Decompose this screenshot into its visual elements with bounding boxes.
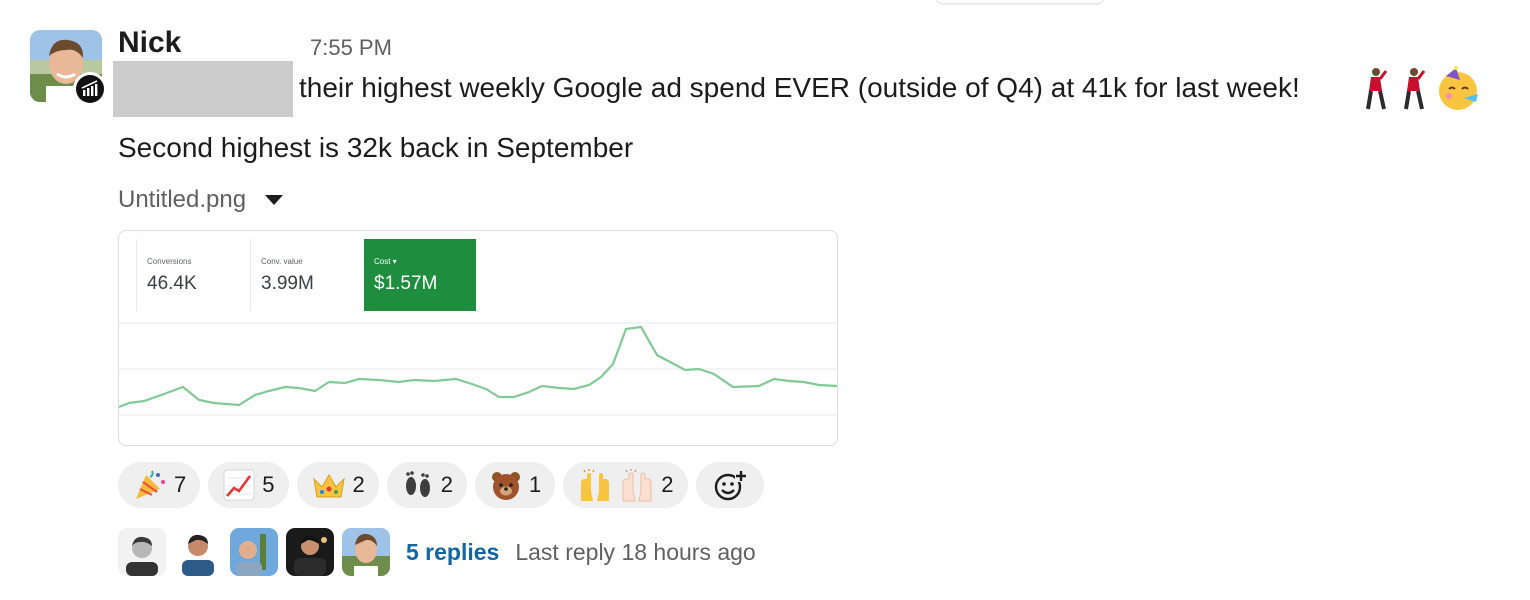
add-reaction-button[interactable] — [695, 462, 764, 508]
message-text-line-1: their highest weekly Google ad spend EVE… — [299, 72, 1300, 103]
cost-series-line — [119, 325, 837, 409]
reply-avatar — [286, 528, 334, 576]
caret-down-icon[interactable] — [264, 186, 284, 214]
thread-summary[interactable]: 5 replies Last reply 18 hours ago — [118, 528, 756, 576]
reaction-count: 7 — [174, 472, 187, 497]
metric-cost: Cost ▾ $1.57M — [364, 239, 476, 311]
metric-conversions: Conversions 46.4K — [137, 239, 249, 311]
raised-hands-light-icon — [622, 469, 652, 502]
metric-value: 3.99M — [261, 273, 314, 294]
reactions-bar: 7 5 2 2 1 2 — [118, 462, 764, 508]
redacted-text-block — [113, 61, 293, 117]
reaction-raised-hands[interactable]: 2 — [563, 462, 688, 508]
reaction-footprints[interactable]: 2 — [386, 462, 467, 508]
add-reaction-icon — [714, 470, 747, 501]
scroll-indicator-pill[interactable] — [935, 0, 1105, 4]
footprints-icon — [405, 471, 430, 497]
bear-icon — [492, 472, 520, 500]
reaction-party-popper[interactable]: 7 — [118, 462, 201, 508]
metric-conv-value: Conv. value 3.99M — [251, 239, 363, 311]
metric-value: $1.57M — [374, 273, 438, 294]
bar-chart-badge-icon — [76, 75, 104, 103]
replies-link[interactable]: 5 replies — [406, 539, 499, 566]
metric-label: Conv. value — [261, 257, 303, 266]
metric-label: Cost ▾ — [374, 257, 397, 266]
party-popper-icon — [136, 470, 165, 499]
attachment-header[interactable]: Untitled.png — [118, 186, 284, 214]
reply-avatar — [118, 528, 166, 576]
sender-name[interactable]: Nick — [118, 26, 181, 60]
reply-avatar — [230, 528, 278, 576]
raised-hands-icon — [581, 469, 610, 501]
reaction-count: 5 — [262, 472, 275, 497]
reaction-count: 1 — [529, 472, 542, 497]
reaction-count: 2 — [440, 472, 453, 497]
message-text-line-2: Second highest is 32k back in September — [118, 132, 634, 163]
inline-emoji-group — [1360, 64, 1482, 114]
last-reply-text: Last reply 18 hours ago — [515, 538, 756, 565]
crown-icon — [312, 474, 345, 498]
metric-label: Conversions — [147, 257, 192, 266]
reaction-crown[interactable]: 2 — [296, 462, 379, 508]
partying-face-icon — [1439, 66, 1478, 110]
reaction-count: 2 — [352, 472, 365, 497]
reply-avatar — [174, 528, 222, 576]
reaction-count: 2 — [661, 472, 674, 497]
reaction-chart-increasing[interactable]: 5 — [208, 462, 289, 508]
message-timestamp[interactable]: 7:55 PM — [310, 35, 392, 61]
attachment-image[interactable]: Conversions 46.4K Conv. value 3.99M Cost… — [118, 230, 838, 446]
reply-avatar — [342, 528, 390, 576]
reaction-bear[interactable]: 1 — [475, 462, 556, 508]
dancing-man-icon — [1366, 68, 1388, 110]
attachment-file-name[interactable]: Untitled.png — [118, 186, 246, 214]
metric-value: 46.4K — [147, 273, 197, 294]
dancing-man-icon — [1404, 68, 1426, 110]
chart-increasing-icon — [223, 469, 255, 501]
workspace-badge — [73, 72, 107, 106]
